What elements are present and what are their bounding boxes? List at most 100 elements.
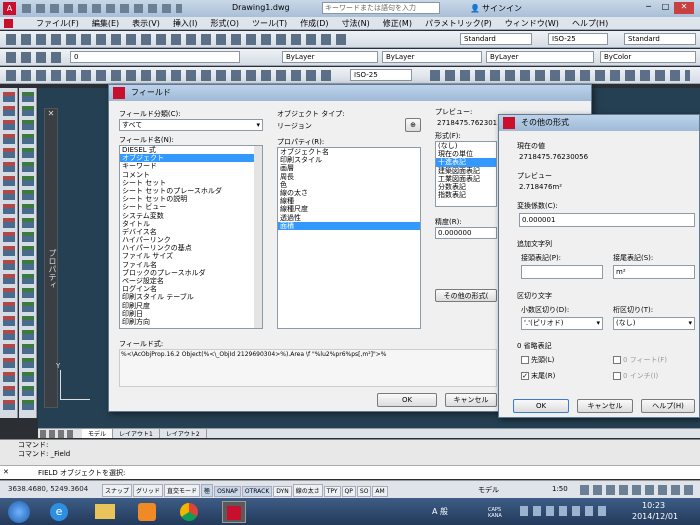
- property-item[interactable]: 透過性: [278, 214, 420, 222]
- other-cancel-button[interactable]: キャンセル: [577, 399, 633, 413]
- other-format-titlebar[interactable]: その他の形式: [499, 115, 699, 131]
- modify-tool-icons[interactable]: [22, 92, 34, 412]
- suffix-input[interactable]: m²: [613, 265, 695, 279]
- field-name-item[interactable]: シート ビュー: [120, 203, 262, 211]
- status-toggle[interactable]: SO: [356, 486, 372, 497]
- dim-style-select-2[interactable]: ISO-25: [350, 69, 412, 81]
- ok-button[interactable]: OK: [377, 393, 437, 407]
- category-select[interactable]: すべて ▾: [119, 119, 263, 131]
- chrome-icon[interactable]: [180, 503, 198, 521]
- field-name-item[interactable]: システム変数: [120, 212, 262, 220]
- menu-item[interactable]: 修正(M): [383, 19, 412, 28]
- status-toggle[interactable]: 極: [201, 484, 214, 497]
- format-item[interactable]: 指数表記: [436, 191, 496, 199]
- field-name-item[interactable]: ブロックのプレースホルダ: [120, 269, 262, 277]
- inches-checkbox[interactable]: 0 インチ(I): [613, 371, 658, 381]
- field-name-item[interactable]: デバイス名: [120, 228, 262, 236]
- menu-item[interactable]: 作成(D): [300, 19, 328, 28]
- menu-item[interactable]: 形式(O): [210, 19, 239, 28]
- field-name-item[interactable]: シート セット: [120, 179, 262, 187]
- close-icon[interactable]: ✕: [674, 2, 694, 14]
- conversion-factor-input[interactable]: 0.000001: [519, 213, 695, 227]
- app-logo-icon[interactable]: A: [3, 2, 16, 15]
- command-window[interactable]: コマンド: コマンド: _Field ✕ FIELD オブジェクトを選択:: [0, 439, 700, 479]
- layer-icons[interactable]: [6, 52, 66, 63]
- feet-checkbox[interactable]: 0 フィート(F): [613, 355, 667, 365]
- clock-time[interactable]: 10:23: [642, 501, 665, 510]
- properties-list[interactable]: オブジェクト名 印刷スタイル 画層 周長色線の太さ 線種 線種尺度 透過性 面積: [277, 147, 421, 329]
- precision-select[interactable]: 0.000000: [435, 227, 497, 239]
- command-close-icon[interactable]: ✕: [3, 468, 9, 476]
- other-format-button[interactable]: その他の形式(: [435, 289, 497, 302]
- autocad-taskbar-icon[interactable]: [222, 501, 246, 523]
- field-name-item[interactable]: 印刷日: [120, 310, 262, 318]
- field-name-item[interactable]: シート セットのプレースホルダ: [120, 187, 262, 195]
- signin-link[interactable]: サインイン: [482, 3, 522, 14]
- status-toggle[interactable]: 線の太さ: [292, 484, 323, 497]
- clock-date[interactable]: 2014/12/01: [632, 512, 678, 521]
- status-tray-icons[interactable]: [580, 485, 694, 495]
- other-ok-button[interactable]: OK: [513, 399, 569, 413]
- status-toggle[interactable]: AM: [372, 486, 388, 497]
- dim-style-select[interactable]: ISO-25: [548, 33, 608, 45]
- menu-app-icon[interactable]: [4, 19, 13, 28]
- cancel-button[interactable]: キャンセル: [445, 393, 497, 407]
- user-icon[interactable]: 👤: [470, 4, 480, 13]
- field-name-item[interactable]: ファイル サイズ: [120, 252, 262, 260]
- status-toggle[interactable]: QP: [341, 486, 356, 497]
- scrollbar[interactable]: [254, 146, 262, 328]
- format-item[interactable]: 分数表記: [436, 183, 496, 191]
- field-names-list[interactable]: DIESEL 式オブジェクト キーワード コメント シート セット シート セットのプレ…: [119, 145, 263, 329]
- properties-icons[interactable]: [430, 70, 690, 81]
- property-item[interactable]: オブジェクト名: [278, 148, 420, 156]
- search-input[interactable]: キーワードまたは語句を入力: [322, 2, 440, 14]
- model-space-label[interactable]: モデル: [478, 485, 499, 495]
- format-item[interactable]: 建築図面表記: [436, 167, 496, 175]
- menu-item[interactable]: 挿入(I): [173, 19, 198, 28]
- field-name-item[interactable]: ファイル名: [120, 261, 262, 269]
- menu-item[interactable]: 表示(V): [132, 19, 160, 28]
- tray-icons[interactable]: [520, 506, 610, 516]
- decimal-separator-select[interactable]: '.'(ピリオド) ▾: [521, 317, 603, 330]
- field-expression[interactable]: %<\AcObjProp.16.2 Object(%<\_ObjId 21296…: [121, 351, 386, 358]
- text-style-select[interactable]: Standard: [460, 33, 532, 45]
- field-name-item[interactable]: タイトル: [120, 220, 262, 228]
- format-item[interactable]: 工業図面表記: [436, 175, 496, 183]
- thousands-separator-select[interactable]: (なし) ▾: [613, 317, 695, 330]
- property-item[interactable]: 面積: [278, 221, 420, 230]
- property-item[interactable]: 周長: [278, 173, 420, 181]
- format-item[interactable]: 十進表記: [436, 158, 496, 167]
- explorer-icon[interactable]: [95, 504, 115, 519]
- layout-tab[interactable]: レイアウト2: [160, 429, 207, 438]
- color-select[interactable]: ByLayer: [282, 51, 378, 63]
- quick-access-icons[interactable]: [22, 4, 182, 13]
- media-icon[interactable]: [138, 503, 156, 521]
- field-name-item[interactable]: オブジェクト: [120, 154, 262, 163]
- status-toggle[interactable]: OSNAP: [214, 486, 241, 497]
- palette-close-icon[interactable]: ✕: [45, 109, 57, 118]
- start-button-icon[interactable]: [8, 501, 30, 523]
- menu-item[interactable]: ファイル(F): [36, 19, 79, 28]
- tab-nav-icons[interactable]: [40, 430, 76, 438]
- lineweight-select[interactable]: ByLayer: [486, 51, 594, 63]
- field-name-item[interactable]: キーワード: [120, 162, 262, 170]
- field-name-item[interactable]: 印刷スタイル テーブル: [120, 293, 262, 301]
- status-toggle[interactable]: スナップ: [102, 484, 133, 497]
- linetype-select[interactable]: ByLayer: [382, 51, 482, 63]
- menu-item[interactable]: ツール(T): [252, 19, 287, 28]
- status-toggle[interactable]: グリッド: [133, 484, 164, 497]
- layout-tab[interactable]: レイアウト1: [113, 429, 160, 438]
- dimension-icons[interactable]: [6, 70, 336, 81]
- menu-item[interactable]: 寸法(N): [342, 19, 370, 28]
- other-help-button[interactable]: ヘルプ(H): [641, 399, 695, 413]
- menu-item[interactable]: 編集(E): [92, 19, 119, 28]
- minimize-icon[interactable]: ─: [640, 2, 657, 14]
- status-toggle[interactable]: DYN: [273, 486, 292, 497]
- plotstyle-select[interactable]: ByColor: [600, 51, 696, 63]
- field-name-item[interactable]: 印刷尺度: [120, 302, 262, 310]
- property-item[interactable]: 印刷スタイル: [278, 156, 420, 164]
- maximize-icon[interactable]: □: [657, 2, 674, 14]
- property-item[interactable]: 線の太さ: [278, 189, 420, 197]
- layout-tab[interactable]: モデル: [82, 429, 114, 438]
- prefix-input[interactable]: [521, 265, 603, 279]
